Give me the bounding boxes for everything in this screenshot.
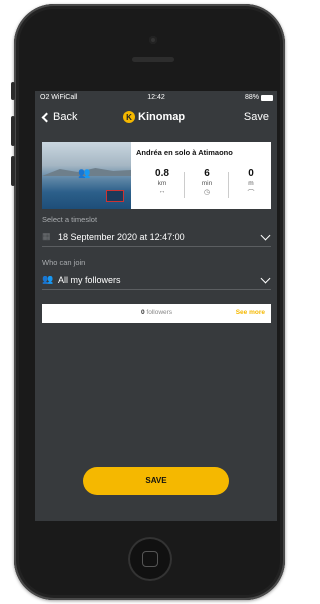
stat-divider bbox=[184, 172, 185, 198]
clock-icon: ◷ bbox=[203, 189, 211, 196]
see-more-link[interactable]: See more bbox=[236, 309, 265, 316]
brand-name: Kinomap bbox=[138, 111, 186, 123]
home-button[interactable] bbox=[128, 537, 172, 581]
calendar-icon: ▦ bbox=[42, 231, 51, 241]
volume-down-button bbox=[11, 156, 15, 186]
clock: 12:42 bbox=[147, 94, 165, 101]
back-label: Back bbox=[53, 111, 78, 123]
status-bar: O2 WiFiCall 12:42 88% bbox=[35, 91, 277, 105]
front-camera bbox=[149, 36, 157, 44]
app-screen: O2 WiFiCall 12:42 88% Back K Kinomap Sav… bbox=[35, 91, 277, 521]
timeslot-value: 18 September 2020 at 12:47:00 bbox=[58, 232, 185, 242]
duration-unit: min bbox=[201, 180, 213, 187]
join-value: All my followers bbox=[58, 275, 121, 285]
battery-indicator: 88% bbox=[245, 94, 273, 101]
distance-icon: ↔ bbox=[158, 188, 166, 195]
save-button[interactable]: SAVE bbox=[83, 467, 229, 495]
followers-number: 0 bbox=[140, 309, 145, 316]
followers-suffix: followers bbox=[146, 309, 173, 316]
earpiece-speaker bbox=[132, 57, 174, 62]
kinomap-logo-icon: K bbox=[123, 111, 135, 123]
distance-stat: 0.8 km ↔ bbox=[142, 168, 182, 195]
timeslot-label: Select a timeslot bbox=[42, 215, 98, 224]
video-title: Andréa en solo à Atimaono bbox=[136, 148, 233, 157]
brand-title: K Kinomap bbox=[123, 111, 185, 123]
battery-icon bbox=[261, 94, 273, 101]
mute-switch bbox=[11, 82, 15, 100]
chevron-left-icon bbox=[41, 112, 52, 122]
chevron-down-icon bbox=[260, 230, 271, 241]
volume-up-button bbox=[11, 116, 15, 146]
kayak-inset bbox=[106, 190, 124, 202]
duration-value: 6 bbox=[204, 168, 210, 179]
stat-divider bbox=[228, 172, 229, 198]
elevation-stat: 0 m ⌒ bbox=[231, 168, 271, 198]
elevation-value: 0 bbox=[248, 168, 254, 179]
video-card[interactable]: 👥 Andréa en solo à Atimaono 0.8 km ↔ 6 m… bbox=[42, 142, 271, 209]
group-icon: 👥 bbox=[42, 274, 54, 284]
elevation-unit: m bbox=[248, 180, 254, 187]
distance-value: 0.8 bbox=[155, 168, 169, 179]
join-label: Who can join bbox=[42, 258, 86, 267]
elevation-icon: ⌒ bbox=[247, 190, 255, 197]
timeslot-select[interactable]: ▦ 18 September 2020 at 12:47:00 bbox=[42, 229, 271, 247]
duration-stat: 6 min ◷ bbox=[187, 168, 227, 196]
chevron-down-icon bbox=[260, 273, 271, 284]
join-select[interactable]: 👥 All my followers bbox=[42, 272, 271, 290]
followers-bar: 0 followers See more bbox=[42, 304, 271, 323]
battery-percent: 88% bbox=[244, 94, 259, 101]
distance-unit: km bbox=[157, 180, 167, 187]
save-nav-button[interactable]: Save bbox=[244, 111, 269, 123]
group-icon: 👥 bbox=[78, 168, 91, 179]
navigation-bar: Back K Kinomap Save bbox=[35, 105, 277, 131]
back-button[interactable]: Back bbox=[41, 111, 77, 123]
video-thumbnail: 👥 bbox=[42, 142, 131, 209]
